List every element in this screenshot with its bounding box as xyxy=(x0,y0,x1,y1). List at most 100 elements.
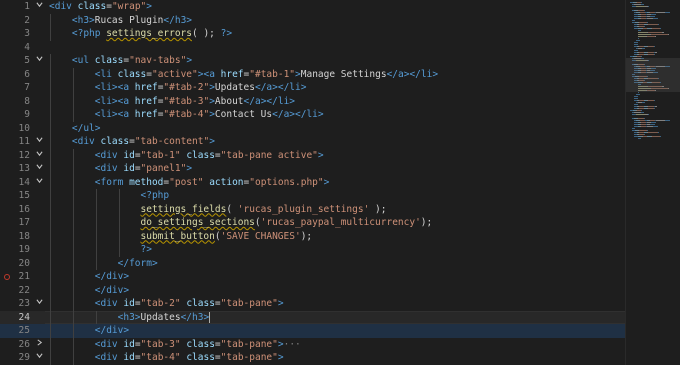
code-token: <div xyxy=(49,1,78,12)
minimap-token xyxy=(642,102,645,103)
code-token: <form xyxy=(94,176,130,188)
code-token: <li><a xyxy=(94,82,135,93)
code-text: <?php xyxy=(141,189,170,203)
code-line[interactable]: 2 <h3>Rucas Plugin</h3> xyxy=(0,13,625,27)
fold-expanded-icon[interactable] xyxy=(34,54,44,68)
code-token: > xyxy=(317,149,324,161)
code-token: "panel1" xyxy=(140,163,187,174)
code-token: <li><a xyxy=(94,95,135,107)
minimap-token xyxy=(638,138,641,139)
code-line[interactable]: 11 <div class="tab-content"> xyxy=(0,135,625,149)
indent-guide xyxy=(118,243,120,257)
code-line[interactable]: 13 <div id="panel1"> xyxy=(0,162,625,176)
code-line[interactable]: 18 submit_button('SAVE CHANGES'); xyxy=(0,229,625,243)
code-token: "#tab-4" xyxy=(163,109,210,120)
indent-guide xyxy=(72,94,74,108)
code-line[interactable]: 16 settings_fields( 'rucas_plugin_setting… xyxy=(0,202,625,216)
code-token: class xyxy=(186,149,215,161)
indent-guide xyxy=(118,202,120,216)
code-token: "#tab-3" xyxy=(163,95,210,107)
minimap-token xyxy=(636,94,640,95)
indent-guide xyxy=(72,310,74,324)
code-line[interactable]: 15 <?php xyxy=(0,189,625,203)
indent-guide xyxy=(50,135,51,149)
code-text: <div class="wrap"> xyxy=(49,0,152,14)
minimap-token xyxy=(638,30,641,31)
code-line[interactable]: 7 <li><a href="#tab-2">Updates</a></li> xyxy=(0,81,625,95)
code-line[interactable]: 14 <form method="post" action="options.ph… xyxy=(0,175,625,190)
minimap-token xyxy=(636,6,645,7)
indent-guide xyxy=(50,121,51,135)
minimap-token xyxy=(647,130,648,131)
code-line[interactable]: 4 xyxy=(0,41,625,55)
code-token: ); xyxy=(369,203,387,215)
fold-expanded-icon[interactable] xyxy=(34,149,44,163)
fold-expanded-icon[interactable] xyxy=(34,176,44,190)
fold-expanded-icon[interactable] xyxy=(34,0,44,14)
code-line[interactable]: 23 <div id="tab-2" class="tab-pane"> xyxy=(0,297,625,311)
indent-guide xyxy=(72,229,74,243)
code-token: class xyxy=(186,352,215,363)
fold-expanded-icon[interactable] xyxy=(34,162,44,176)
code-token: <li xyxy=(94,68,118,80)
fold-expanded-icon[interactable] xyxy=(34,135,44,149)
line-number: 13 xyxy=(18,163,30,174)
code-line[interactable]: 5 <ul class="nav-tabs"> xyxy=(0,54,625,68)
code-token: do_settings_sections xyxy=(140,217,255,228)
minimap-token xyxy=(634,50,638,51)
minimap-token xyxy=(641,2,642,3)
indent-guide xyxy=(50,270,51,284)
fold-expanded-icon[interactable] xyxy=(34,297,44,311)
minimap-slider[interactable] xyxy=(626,58,680,92)
code-line[interactable]: 1 <div class="wrap"> xyxy=(0,0,625,14)
code-token: "tab-3" xyxy=(140,338,187,350)
minimap-token xyxy=(658,132,659,133)
code-text: <?php settings_errors( ); ?> xyxy=(72,27,232,41)
code-line[interactable]: 26 <div id="tab-3" class="tab-pane">··· xyxy=(0,337,625,352)
minimap-token xyxy=(638,34,650,35)
code-line[interactable]: 22 </div> xyxy=(0,283,625,297)
indent-guide xyxy=(72,108,74,122)
indent-guide xyxy=(50,297,51,311)
minimap-token xyxy=(634,44,638,45)
code-token: href xyxy=(134,82,158,93)
fold-collapsed-icon[interactable] xyxy=(34,338,44,352)
code-line[interactable]: 29 <div id="tab-4" class="tab-pane"> xyxy=(0,351,625,365)
minimap-token xyxy=(634,42,638,43)
indent-guide xyxy=(72,283,74,297)
indent-guide xyxy=(50,189,51,203)
minimap-token xyxy=(652,136,660,137)
minimap-token xyxy=(641,56,642,57)
code-line[interactable]: 19 ?> xyxy=(0,243,625,257)
minimap-token xyxy=(652,28,660,29)
minimap[interactable] xyxy=(625,0,680,365)
indent-guide xyxy=(50,310,51,324)
code-text: <li><a href="#tab-3">About</a></li> xyxy=(95,95,295,109)
indent-guide xyxy=(95,310,97,324)
code-line[interactable]: 24 <h3>Updates</h3> xyxy=(0,310,625,324)
code-line[interactable]: 3 <?php settings_errors( ); ?> xyxy=(0,27,625,41)
minimap-token xyxy=(668,34,669,35)
code-editor[interactable]: 1 <div class="wrap"> 2 <h3>Rucas Plugin</h3… xyxy=(0,0,625,365)
code-line[interactable]: 10 </ul> xyxy=(0,121,625,135)
code-line[interactable]: 20 </form> xyxy=(0,256,625,270)
code-token: "tab-pane" xyxy=(220,338,278,350)
code-token: </div> xyxy=(94,271,130,282)
code-text: </div> xyxy=(95,324,129,338)
code-line[interactable]: 9 <li><a href="#tab-4">Contact Us</a></li… xyxy=(0,108,625,122)
code-line[interactable]: 21 </div> xyxy=(0,270,625,284)
code-line[interactable]: 12 <div id="tab-1" class="tab-pane active… xyxy=(0,148,625,163)
minimap-token xyxy=(638,32,647,33)
line-number: 9 xyxy=(24,109,30,120)
code-token: "post" xyxy=(169,176,210,188)
indent-guide xyxy=(118,189,120,203)
code-line[interactable]: 6 <li class="active"><a href="#tab-1">Man… xyxy=(0,67,625,81)
minimap-token xyxy=(648,132,658,133)
code-token: href xyxy=(220,68,244,80)
code-line[interactable]: 17 do_settings_sections('rucas_paypal_mul… xyxy=(0,216,625,230)
fold-expanded-icon[interactable] xyxy=(34,351,44,365)
code-token: <div xyxy=(94,352,124,363)
code-line[interactable]: 25 </div> xyxy=(0,324,625,338)
code-line[interactable]: 8 <li><a href="#tab-3">About</a></li> xyxy=(0,94,625,109)
minimap-token xyxy=(651,34,668,35)
